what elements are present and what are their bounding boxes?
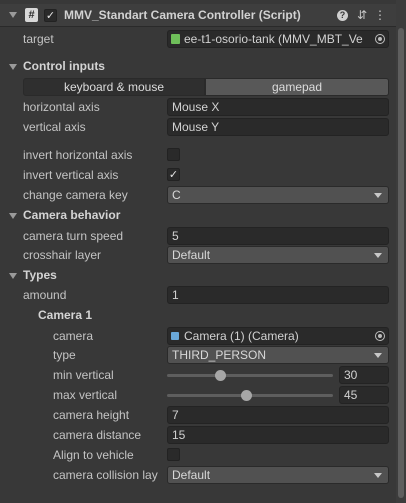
camera-turn-speed-label: camera turn speed: [23, 229, 124, 243]
invert-horizontal-label: invert horizontal axis: [23, 148, 133, 162]
change-camera-key-dropdown[interactable]: C: [167, 186, 389, 204]
presets-icon[interactable]: ⇵: [355, 8, 369, 22]
max-vertical-slider-thumb[interactable]: [241, 390, 253, 401]
crosshair-layer-label: crosshair layer: [23, 248, 102, 262]
camera-1-title[interactable]: Camera 1: [38, 308, 92, 322]
help-icon[interactable]: ?: [337, 10, 348, 21]
change-camera-key-label: change camera key: [23, 188, 128, 202]
camera-icon: [171, 332, 179, 340]
max-vertical-input[interactable]: 45: [339, 386, 389, 404]
control-inputs-title[interactable]: Control inputs: [23, 59, 105, 73]
invert-vertical-checkbox[interactable]: ✓: [167, 168, 180, 181]
camera-value: Camera (1) (Camera): [184, 329, 299, 343]
types-foldout-icon[interactable]: [9, 273, 17, 279]
dropdown-arrow-icon: [374, 473, 382, 478]
min-vertical-slider-track[interactable]: [167, 374, 333, 377]
context-menu-icon[interactable]: ⋮: [373, 8, 387, 22]
min-vertical-slider-thumb[interactable]: [214, 370, 226, 381]
script-icon: #: [25, 8, 38, 22]
vertical-axis-input[interactable]: Mouse Y: [167, 118, 389, 136]
change-camera-key-value: C: [172, 188, 181, 202]
camera-label: camera: [53, 329, 94, 343]
crosshair-layer-value: Default: [172, 248, 211, 262]
types-title[interactable]: Types: [23, 268, 57, 282]
inspector-panel: # ✓ MMV_Standart Camera Controller (Scri…: [0, 0, 406, 503]
component-enabled-checkbox[interactable]: ✓: [44, 9, 57, 22]
horizontal-axis-input[interactable]: Mouse X: [167, 98, 389, 116]
component-foldout-arrow-icon[interactable]: [9, 12, 17, 18]
component-header[interactable]: # ✓ MMV_Standart Camera Controller (Scri…: [0, 4, 396, 27]
camera-behavior-foldout-icon[interactable]: [9, 213, 17, 219]
dropdown-arrow-icon: [374, 353, 382, 358]
align-to-vehicle-label: Align to vehicle: [53, 448, 134, 462]
target-object-field[interactable]: ee-t1-osorio-tank (MMV_MBT_Ve: [167, 30, 389, 48]
camera-distance-input[interactable]: 15: [167, 426, 389, 444]
camera-object-field[interactable]: Camera (1) (Camera): [167, 327, 389, 345]
component-title: MMV_Standart Camera Controller (Script): [64, 8, 301, 22]
camera-height-input[interactable]: 7: [167, 406, 389, 424]
target-label: target: [23, 32, 54, 46]
align-to-vehicle-checkbox[interactable]: [167, 448, 180, 461]
invert-horizontal-checkbox[interactable]: [167, 148, 180, 161]
object-picker-icon[interactable]: [375, 34, 385, 44]
dropdown-arrow-icon: [374, 253, 382, 258]
amount-label: amound: [23, 288, 67, 302]
object-picker-icon[interactable]: [375, 331, 385, 341]
min-vertical-label: min vertical: [53, 368, 114, 382]
type-dropdown[interactable]: THIRD_PERSON: [167, 346, 389, 364]
camera-distance-label: camera distance: [53, 428, 142, 442]
max-vertical-label: max vertical: [53, 388, 118, 402]
gameobject-icon: [171, 34, 180, 44]
dropdown-arrow-icon: [374, 193, 382, 198]
control-inputs-foldout-icon[interactable]: [9, 64, 17, 70]
type-label: type: [53, 348, 76, 362]
horizontal-axis-label: horizontal axis: [23, 100, 100, 114]
camera-collision-layer-dropdown[interactable]: Default: [167, 466, 389, 484]
crosshair-layer-dropdown[interactable]: Default: [167, 246, 389, 264]
tab-keyboard-mouse[interactable]: keyboard & mouse: [23, 78, 205, 96]
tab-gamepad[interactable]: gamepad: [205, 78, 389, 96]
target-value: ee-t1-osorio-tank (MMV_MBT_Ve: [184, 32, 363, 46]
scrollbar-thumb[interactable]: [398, 28, 404, 498]
type-value: THIRD_PERSON: [172, 348, 267, 362]
camera-height-label: camera height: [53, 408, 130, 422]
vertical-axis-label: vertical axis: [23, 120, 86, 134]
invert-vertical-label: invert vertical axis: [23, 168, 119, 182]
min-vertical-input[interactable]: 30: [339, 366, 389, 384]
camera-collision-layer-label: camera collision lay: [53, 468, 158, 482]
camera-turn-speed-input[interactable]: 5: [167, 227, 389, 245]
camera-collision-layer-value: Default: [172, 468, 211, 482]
amount-input[interactable]: 1: [167, 286, 389, 304]
camera-behavior-title[interactable]: Camera behavior: [23, 208, 120, 222]
